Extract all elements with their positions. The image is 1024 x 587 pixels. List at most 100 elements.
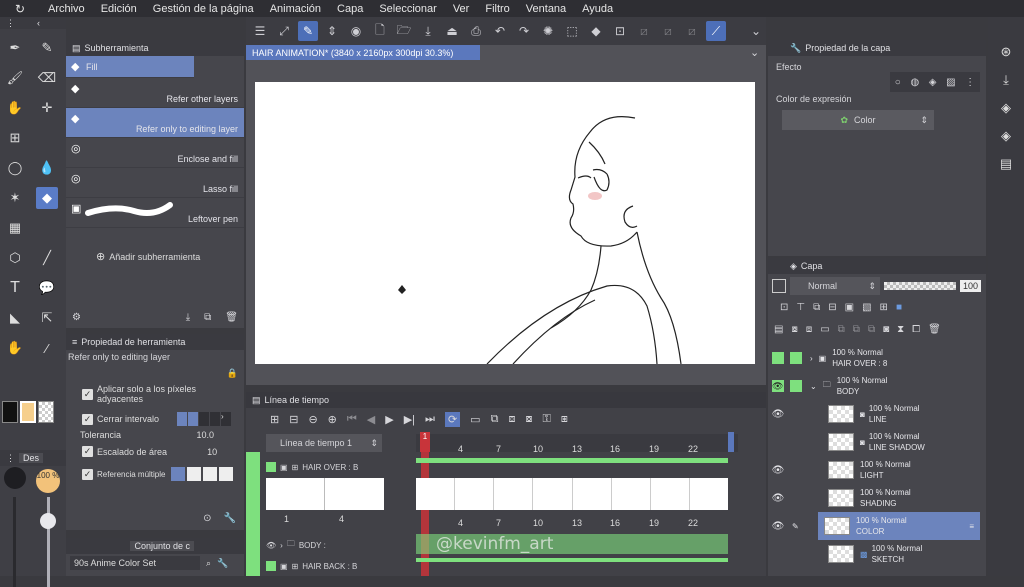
layer-row-line-shadow[interactable]: ◙ 100 % Normal LINE SHADOW bbox=[768, 428, 978, 456]
subtool-item-lasso[interactable]: ◎ Lasso fill bbox=[66, 168, 244, 198]
border-effect-icon[interactable]: ○ bbox=[895, 77, 901, 88]
lock-toggle[interactable] bbox=[790, 352, 802, 364]
pencil-tool-icon[interactable]: ✎ bbox=[36, 37, 58, 59]
tolerance-value[interactable]: 10.0 bbox=[196, 430, 214, 440]
layer-row-color[interactable]: 👁 ✎ 100 % Normal COLOR ≡ bbox=[768, 512, 980, 540]
wrench-icon[interactable]: 🔧 bbox=[224, 513, 236, 524]
eye-mode-icon[interactable]: ◉ bbox=[346, 21, 366, 41]
menu-seleccionar[interactable]: Seleccionar bbox=[371, 3, 444, 15]
tolerance-row[interactable]: Tolerancia 10.0 bbox=[66, 426, 244, 440]
layer-color-icon[interactable]: ▨ bbox=[946, 77, 955, 88]
drag-handle-icon[interactable]: ≡ bbox=[969, 522, 980, 531]
loading-icon[interactable]: ✺ bbox=[538, 21, 558, 41]
new-vector-icon[interactable]: ⧈ bbox=[806, 324, 812, 335]
cel-thumbnail[interactable] bbox=[690, 478, 728, 510]
main-color-swatch-black[interactable] bbox=[2, 401, 18, 423]
expression-color-dropdown[interactable]: ✿ Color ⇕ bbox=[782, 110, 934, 130]
chevron-updown-icon[interactable]: ⇕ bbox=[322, 21, 342, 41]
export-icon[interactable]: ⏏ bbox=[442, 21, 462, 41]
clip-toggle[interactable] bbox=[772, 279, 786, 293]
layer-row-body[interactable]: 👁 ⌄ 🗀 100 % Normal BODY bbox=[768, 372, 978, 400]
sync-icon[interactable]: ⧇ bbox=[525, 413, 532, 426]
trash-icon[interactable]: 🗑 bbox=[225, 312, 238, 323]
interval-icon[interactable]: ⧆ bbox=[561, 413, 568, 426]
print-icon[interactable]: ⎙ bbox=[466, 21, 486, 41]
menu-filtro[interactable]: Filtro bbox=[477, 3, 517, 15]
fit-icon[interactable]: ⤢ bbox=[274, 21, 294, 41]
menu-gestion-pagina[interactable]: Gestión de la página bbox=[145, 3, 262, 15]
gap-size-selector[interactable]: › bbox=[177, 412, 232, 426]
gallery-icon[interactable]: ▤ bbox=[995, 153, 1017, 175]
ruler-icon[interactable]: ⊤ bbox=[796, 302, 805, 313]
search-icon[interactable]: ⌕ bbox=[206, 558, 211, 569]
cel-thumbnail[interactable] bbox=[573, 478, 612, 510]
cel-thumbnails-left[interactable] bbox=[266, 478, 384, 510]
layers-stack-icon[interactable] bbox=[171, 467, 186, 481]
opacity-slider-track[interactable] bbox=[47, 497, 50, 587]
cel-thumbnail[interactable] bbox=[455, 478, 495, 510]
draft-icon[interactable]: ⊟ bbox=[828, 302, 836, 313]
layer-row-hair-over[interactable]: › ▣ 100 % Normal HAIR OVER : 8 bbox=[768, 344, 978, 372]
key-icon[interactable]: ⚿ bbox=[542, 413, 550, 426]
document-tab[interactable]: HAIR ANIMATION* (3840 x 2160px 300dpi 30… bbox=[246, 45, 480, 60]
checkbox-checked[interactable]: ✓ bbox=[82, 468, 93, 480]
correct-line-tool-icon[interactable]: ◣ bbox=[4, 307, 26, 329]
new-folder-icon[interactable]: ▭ bbox=[820, 324, 829, 335]
eyedropper-tool-icon[interactable]: ⁄ bbox=[36, 337, 58, 359]
loop-icon[interactable]: ⟳ bbox=[444, 412, 461, 427]
zoom-out-icon[interactable]: ⊖ bbox=[308, 413, 317, 426]
brush-size-tab[interactable]: Des bbox=[19, 453, 44, 463]
color-set-dropdown[interactable]: 90s Anime Color Set bbox=[70, 556, 200, 570]
visibility-toggle[interactable] bbox=[772, 352, 784, 364]
check-square-icon[interactable] bbox=[203, 467, 218, 481]
gradient-tool-icon[interactable]: ▦ bbox=[4, 217, 26, 239]
edit-timeline-icon[interactable]: ⊟ bbox=[289, 413, 298, 426]
text-tool-icon[interactable]: T bbox=[4, 277, 26, 299]
track-body[interactable]: 👁 › 🗀 BODY : bbox=[266, 536, 382, 554]
undo-icon[interactable]: ↶ bbox=[490, 21, 510, 41]
chevron-down-icon[interactable]: ⌄ bbox=[746, 21, 766, 41]
area-scale-value[interactable]: 10 bbox=[207, 447, 217, 457]
blend-mode-dropdown[interactable]: Normal ⇕ bbox=[790, 277, 880, 295]
timeline-selector[interactable]: Línea de tiempo 1 ⇕ bbox=[266, 434, 382, 452]
checkbox-checked[interactable]: ✓ bbox=[82, 388, 93, 400]
layer-row-line[interactable]: 👁 ◙ 100 % Normal LINE bbox=[768, 400, 978, 428]
open-folder-icon[interactable]: 🗁 bbox=[394, 21, 414, 41]
app-logo-icon[interactable]: ↻ bbox=[0, 2, 40, 16]
new-cel-icon[interactable]: ▭ bbox=[470, 413, 480, 426]
copy-icon[interactable]: ⧉ bbox=[204, 312, 211, 323]
menu-capa[interactable]: Capa bbox=[329, 3, 371, 15]
layer-row-sketch[interactable]: ▩ 100 % Normal SKETCH bbox=[768, 540, 978, 568]
opacity-value[interactable]: 100 bbox=[960, 280, 982, 292]
fill-bucket-tool-icon[interactable]: ◆ bbox=[36, 187, 58, 209]
pen-tool-icon[interactable]: ✒ bbox=[4, 37, 26, 59]
lock-icon[interactable]: ⊡ bbox=[780, 302, 788, 313]
layer-search-icon[interactable]: ◈ bbox=[995, 97, 1017, 119]
operation-tool-icon[interactable]: ⇱ bbox=[36, 307, 58, 329]
brush-tool-icon[interactable]: 🖌 bbox=[4, 67, 26, 89]
figure-tool-icon[interactable]: ⬡ bbox=[4, 247, 26, 269]
main-color-swatch-skin[interactable] bbox=[20, 401, 36, 423]
layer-row-shading[interactable]: 👁 100 % Normal SHADING bbox=[768, 484, 978, 512]
fill-selection-icon[interactable]: ◆ bbox=[586, 21, 606, 41]
multi-ref-row[interactable]: ✓ Referencia múltiple bbox=[66, 457, 244, 481]
color-set-tab[interactable]: Conjunto de c bbox=[130, 541, 194, 551]
chevron-right-icon[interactable]: › bbox=[221, 412, 232, 426]
subtool-item-refer-editing[interactable]: ◆ Refer only to editing layer bbox=[66, 108, 244, 138]
apply-adjacent-row[interactable]: ✓ Aplicar solo a los píxeles adyacentes bbox=[66, 364, 244, 404]
cel-thumbnail[interactable] bbox=[266, 478, 325, 510]
gap-size-option[interactable] bbox=[177, 412, 188, 426]
chevron-right-icon[interactable]: › bbox=[280, 541, 283, 550]
cel-strip[interactable] bbox=[416, 478, 728, 510]
cel-thumbnail[interactable] bbox=[533, 478, 573, 510]
snap-ruler-icon[interactable]: ⧄ bbox=[682, 21, 702, 41]
reference-icon[interactable]: ⧉ bbox=[813, 302, 820, 313]
collapse-icon[interactable]: ‹ bbox=[37, 18, 40, 28]
add-subtool-button[interactable]: ⊕ Añadir subherramienta bbox=[66, 228, 244, 263]
drawing-canvas[interactable] bbox=[255, 82, 755, 365]
blue-layer-icon[interactable]: ■ bbox=[896, 302, 902, 313]
track-visibility-toggle[interactable] bbox=[266, 561, 276, 571]
blend-tool-icon[interactable]: ✋ bbox=[4, 97, 26, 119]
material-icon[interactable]: ⤓ bbox=[995, 69, 1017, 91]
subtool-item-leftover-pen[interactable]: ▣ Leftover pen bbox=[66, 198, 244, 228]
